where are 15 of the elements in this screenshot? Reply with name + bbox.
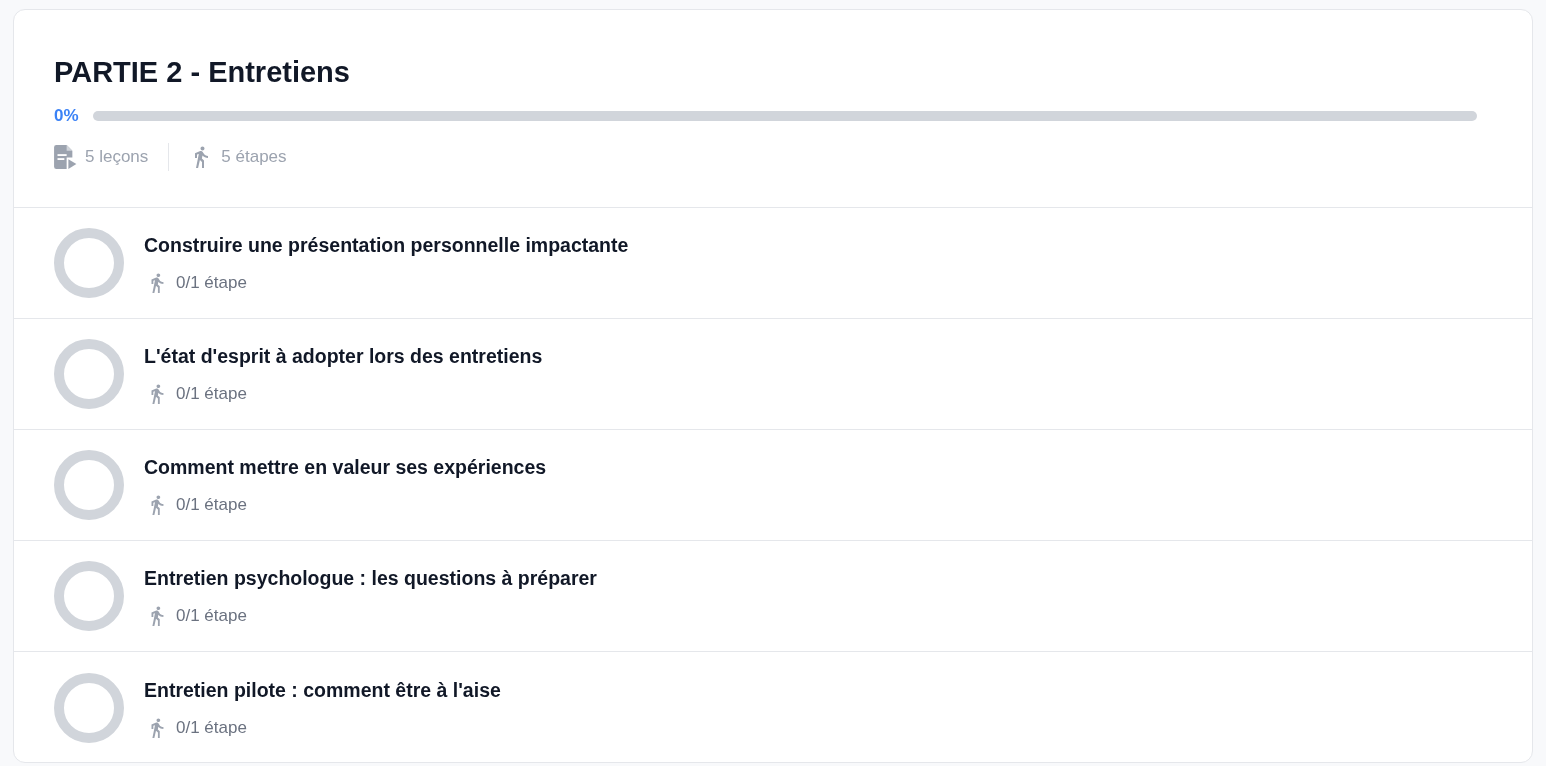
lesson-title[interactable]: Entretien psychologue : les questions à préparer (144, 566, 597, 590)
lesson-steps: 0/1 étape (176, 604, 247, 628)
stat-label: 5 leçons (85, 146, 149, 169)
lesson-steps: 0/1 étape (176, 271, 247, 295)
lesson-steps: 0/1 étape (176, 493, 247, 517)
lesson-title[interactable]: Entretien pilote : comment être à l'aise (144, 677, 501, 702)
lesson-title[interactable]: Comment mettre en valeur ses expériences (144, 455, 547, 479)
stat-label: 5 étapes (221, 146, 287, 169)
lesson-steps: 0/1 étape (176, 382, 247, 406)
section-title: PARTIE 2 - Entretiens (54, 56, 350, 88)
lesson-steps: 0/1 étape (176, 715, 247, 740)
document-play-icon (54, 145, 77, 169)
lesson-title[interactable]: Construire une présentation personnelle impactante (144, 233, 629, 257)
progress-percentage: 0% (54, 105, 79, 128)
lesson-title[interactable]: L'état d'esprit à adopter lors des entretiens (144, 344, 543, 368)
